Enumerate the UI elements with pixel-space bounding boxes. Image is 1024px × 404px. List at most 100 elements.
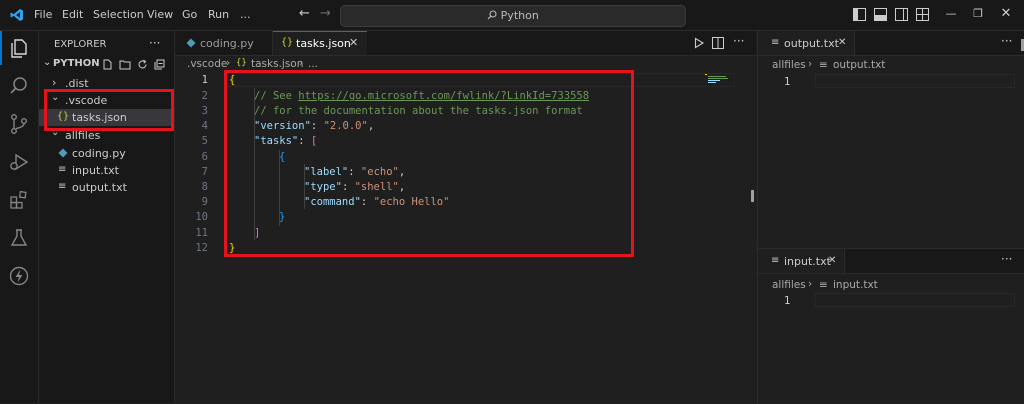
back-arrow-icon[interactable]: ← xyxy=(299,6,310,21)
line-number: 1 xyxy=(784,295,791,307)
line-number: 2 xyxy=(201,90,208,102)
testing-flask-icon[interactable] xyxy=(8,227,30,249)
forward-arrow-icon[interactable]: → xyxy=(320,6,331,21)
pane-more-icon[interactable]: ··· xyxy=(1001,34,1012,48)
menu-edit[interactable]: Edit xyxy=(62,8,83,21)
minimize-icon[interactable]: — xyxy=(944,7,958,21)
vscode-logo-icon xyxy=(10,9,23,21)
tree-item-coding-py[interactable]: coding.py xyxy=(39,145,174,162)
collapse-all-icon[interactable] xyxy=(154,59,165,70)
json-braces-icon: {} xyxy=(236,58,247,68)
breadcrumb-folder[interactable]: allfiles xyxy=(772,279,806,291)
menu-selection[interactable]: Selection xyxy=(93,8,144,21)
title-bar: File Edit Selection View Go Run ... ← → … xyxy=(0,0,1024,31)
menu-run[interactable]: Run xyxy=(208,8,229,21)
breadcrumb-symbol[interactable]: ... xyxy=(308,58,318,70)
tree-item-label: input.txt xyxy=(72,164,119,177)
line-number: 3 xyxy=(201,105,208,117)
breadcrumb-folder[interactable]: allfiles xyxy=(772,59,806,71)
lightning-extension-icon[interactable] xyxy=(8,265,30,287)
workspace-root-label: PYTHON xyxy=(53,58,100,69)
toggle-secondary-sidebar-icon[interactable] xyxy=(895,8,908,21)
pane-tabs-bar: ≡ output.txt ✕ ··· xyxy=(758,31,1024,56)
close-window-icon[interactable]: ✕ xyxy=(999,7,1013,21)
text-file-icon: ≡ xyxy=(771,255,780,266)
line-number: 10 xyxy=(195,211,208,223)
line-number: 9 xyxy=(201,196,208,208)
explorer-files-icon[interactable] xyxy=(8,37,30,59)
customize-layout-icon[interactable] xyxy=(916,8,929,21)
close-tab-icon[interactable]: ✕ xyxy=(838,37,846,48)
line-number: 5 xyxy=(201,135,208,147)
active-indicator xyxy=(0,31,2,65)
menu-go[interactable]: Go xyxy=(182,8,197,21)
source-control-icon[interactable] xyxy=(8,113,30,135)
minimap[interactable] xyxy=(705,74,729,84)
explorer-more-icon[interactable]: ··· xyxy=(149,36,160,50)
json-braces-icon: {} xyxy=(281,37,294,48)
search-label: Python xyxy=(500,9,539,22)
line-number: 8 xyxy=(201,181,208,193)
split-editor-icon[interactable] xyxy=(712,37,724,49)
tab-input-txt[interactable]: ≡ input.txt ✕ xyxy=(758,249,845,273)
extensions-icon[interactable] xyxy=(8,189,30,211)
line-number: 12 xyxy=(195,242,208,254)
new-file-icon[interactable] xyxy=(102,59,113,70)
menu-more[interactable]: ... xyxy=(240,8,251,21)
close-tab-icon[interactable]: ✕ xyxy=(349,36,358,49)
explorer-title: EXPLORER xyxy=(54,39,107,50)
python-icon xyxy=(186,38,196,48)
toggle-primary-sidebar-icon[interactable] xyxy=(853,8,866,21)
tree-item-label: coding.py xyxy=(72,147,126,160)
restore-icon[interactable]: ❐ xyxy=(971,7,985,21)
activity-bar xyxy=(0,31,39,403)
text-file-icon: ≡ xyxy=(819,279,828,291)
breadcrumb-folder[interactable]: .vscode xyxy=(187,58,227,70)
editor-pane-output: ≡ output.txt ✕ ··· allfiles › ≡ output.t… xyxy=(757,31,1024,247)
run-play-icon[interactable] xyxy=(693,37,705,49)
tab-label: coding.py xyxy=(200,37,254,50)
workspace-root[interactable]: ⌄ PYTHON xyxy=(39,56,174,73)
tree-item-label: output.txt xyxy=(72,181,127,194)
editor-scrollbar[interactable] xyxy=(751,190,754,202)
menu-view[interactable]: View xyxy=(147,8,173,21)
chevron-right-icon: › xyxy=(808,58,813,70)
pane-more-icon[interactable]: ··· xyxy=(1001,252,1012,266)
current-line-highlight xyxy=(815,293,1015,307)
tab-tasks-json[interactable]: {} tasks.json ✕ xyxy=(273,31,367,55)
line-number: 7 xyxy=(201,166,208,178)
highlight-box-sidebar xyxy=(44,89,174,131)
tree-item-output-txt[interactable]: ≡ output.txt xyxy=(39,179,174,196)
text-file-icon: ≡ xyxy=(819,59,828,71)
refresh-icon[interactable] xyxy=(137,59,148,70)
command-center-search[interactable]: Python xyxy=(340,5,686,27)
chevron-right-icon: › xyxy=(52,76,57,89)
chevron-right-icon: › xyxy=(299,57,304,69)
breadcrumb-file[interactable]: input.txt xyxy=(833,279,878,291)
text-file-icon: ≡ xyxy=(58,164,67,175)
tab-coding-py[interactable]: coding.py xyxy=(175,31,273,55)
chevron-right-icon: › xyxy=(226,57,231,69)
close-tab-icon[interactable]: ✕ xyxy=(828,255,836,266)
search-icon[interactable] xyxy=(8,75,30,97)
new-folder-icon[interactable] xyxy=(119,59,131,70)
toggle-panel-icon[interactable] xyxy=(874,8,887,21)
breadcrumb: allfiles › ≡ output.txt xyxy=(758,57,1024,73)
line-number: 6 xyxy=(201,151,208,163)
tab-label: input.txt xyxy=(784,255,831,268)
editor-tabs-bar: coding.py {} tasks.json ✕ ··· xyxy=(175,31,756,56)
tree-item-input-txt[interactable]: ≡ input.txt xyxy=(39,162,174,179)
editor-more-icon[interactable]: ··· xyxy=(733,34,744,48)
search-icon xyxy=(487,10,497,20)
tab-output-txt[interactable]: ≡ output.txt ✕ xyxy=(758,31,855,55)
python-icon xyxy=(58,148,68,158)
run-and-debug-icon[interactable] xyxy=(8,151,30,173)
line-number: 11 xyxy=(195,227,208,239)
chevron-right-icon: › xyxy=(808,278,813,290)
editor-pane-input: ≡ input.txt ✕ ··· allfiles › ≡ input.txt… xyxy=(757,248,1024,404)
breadcrumb-file[interactable]: output.txt xyxy=(833,59,885,71)
line-number: 4 xyxy=(201,120,208,132)
current-line-highlight xyxy=(815,74,1015,88)
breadcrumb-file[interactable]: tasks.json xyxy=(251,58,303,70)
menu-file[interactable]: File xyxy=(34,8,52,21)
